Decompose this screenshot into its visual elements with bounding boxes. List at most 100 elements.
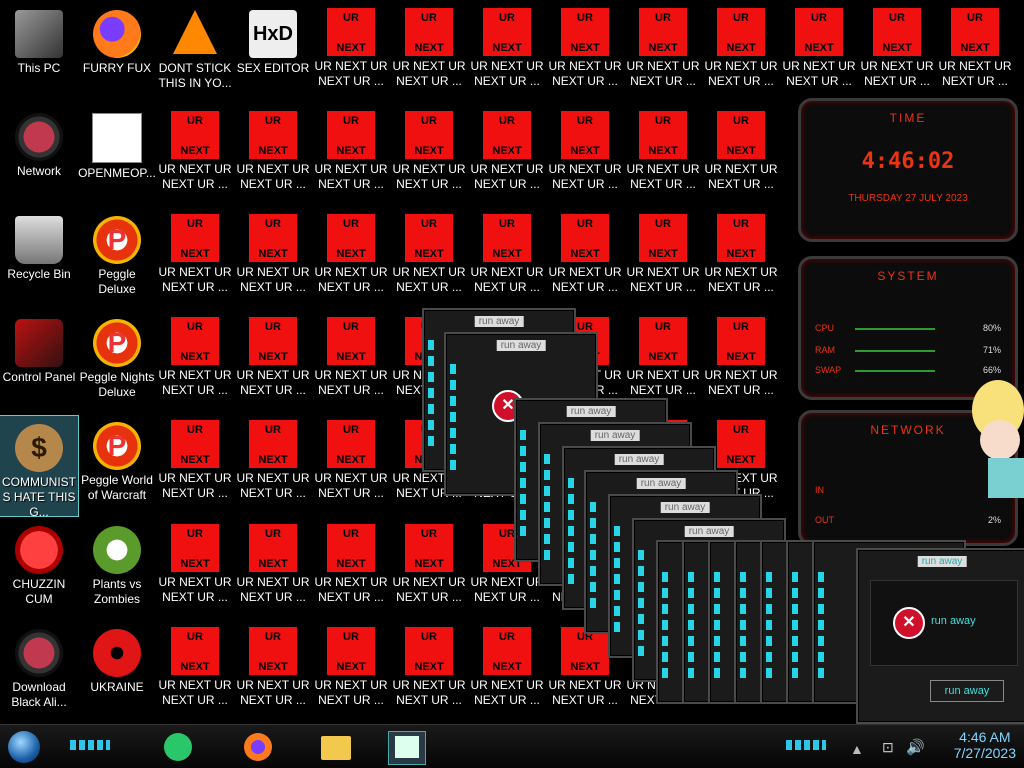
- desktop-icon-ur-next[interactable]: UR NEXT UR NEXT UR NEXT UR ...: [702, 2, 780, 102]
- desktop-icon-ukraine[interactable]: UKRAINE: [78, 621, 156, 721]
- icon-text-bottom: NEXT: [960, 42, 990, 54]
- desktop-icon-peggle-wow[interactable]: P Peggle World of Warcraft: [78, 414, 156, 514]
- desktop-icon-ur-next[interactable]: UR NEXT UR NEXT UR NEXT UR ...: [936, 2, 1014, 102]
- desktop-icon-peggle-nights[interactable]: P Peggle Nights Deluxe: [78, 311, 156, 411]
- taskbar-notes-icon[interactable]: [160, 731, 196, 763]
- desktop-icon-ur-next[interactable]: UR NEXT UR NEXT UR NEXT UR ...: [702, 208, 780, 308]
- desktop-icon-ur-next[interactable]: UR NEXT UR NEXT UR NEXT UR ...: [546, 208, 624, 308]
- desktop-icon-ur-next[interactable]: UR NEXT UR NEXT UR NEXT UR ...: [702, 105, 780, 205]
- desktop-icon-ur-next[interactable]: UR NEXT UR NEXT UR NEXT UR ...: [468, 105, 546, 205]
- desktop-icon-ur-next[interactable]: UR NEXT UR NEXT UR NEXT UR ...: [312, 311, 390, 411]
- icon-label: UR NEXT UR NEXT UR ...: [626, 265, 700, 294]
- icon-text-top: UR: [577, 115, 593, 127]
- system-clock[interactable]: 4:46 AM 7/27/2023: [954, 729, 1016, 761]
- desktop-icon-ur-next[interactable]: UR NEXT UR NEXT UR NEXT UR ...: [468, 621, 546, 721]
- desktop-icon-ur-next[interactable]: UR NEXT UR NEXT UR NEXT UR ...: [156, 414, 234, 514]
- desktop-icon-ur-next[interactable]: UR NEXT UR NEXT UR NEXT UR ...: [390, 2, 468, 102]
- icon-text-top: UR: [187, 321, 203, 333]
- desktop-icon-ur-next[interactable]: UR NEXT UR NEXT UR NEXT UR ...: [156, 208, 234, 308]
- desktop-icon-ur-next[interactable]: UR NEXT UR NEXT UR NEXT UR ...: [858, 2, 936, 102]
- net-in-label: IN: [815, 485, 824, 495]
- icon-label: UR NEXT UR NEXT UR ...: [782, 59, 856, 88]
- desktop-icon-ur-next[interactable]: UR NEXT UR NEXT UR NEXT UR ...: [312, 2, 390, 102]
- desktop-icon-openmeop[interactable]: OPENMEOP...: [78, 105, 156, 205]
- desktop-icon-ur-next[interactable]: UR NEXT UR NEXT UR NEXT UR ...: [780, 2, 858, 102]
- desktop-icon-ur-next[interactable]: UR NEXT UR NEXT UR NEXT UR ...: [312, 414, 390, 514]
- dialog-message: run away: [931, 615, 976, 627]
- desktop-icon-ur-next[interactable]: UR NEXT UR NEXT UR NEXT UR ...: [234, 311, 312, 411]
- desktop-icon-ur-next[interactable]: UR NEXT UR NEXT UR NEXT UR ...: [624, 2, 702, 102]
- desktop-icon-ur-next[interactable]: UR NEXT UR NEXT UR NEXT UR ...: [234, 621, 312, 721]
- desktop-icon-download-black[interactable]: Download Black Ali...: [0, 621, 78, 721]
- desktop-icon-ur-next[interactable]: UR NEXT UR NEXT UR NEXT UR ...: [156, 311, 234, 411]
- icon-text-top: UR: [421, 528, 437, 540]
- icon-text-bottom: NEXT: [648, 351, 678, 363]
- desktop-icon-ur-next[interactable]: UR NEXT UR NEXT UR NEXT UR ...: [312, 208, 390, 308]
- clock-date: 7/27/2023: [953, 745, 1016, 761]
- run-away-button[interactable]: run away: [930, 680, 1004, 702]
- desktop-icon-ur-next[interactable]: UR NEXT UR NEXT UR NEXT UR ...: [234, 105, 312, 205]
- desktop-icon-ur-next[interactable]: UR NEXT UR NEXT UR NEXT UR ...: [234, 208, 312, 308]
- taskbar-firefox-icon[interactable]: [240, 731, 276, 763]
- desktop-icon-ur-next[interactable]: UR NEXT UR NEXT UR NEXT UR ...: [624, 208, 702, 308]
- cpu-label: CPU: [815, 323, 835, 333]
- desktop-icon-ur-next[interactable]: UR NEXT UR NEXT UR NEXT UR ...: [468, 2, 546, 102]
- swap-bar: [855, 370, 935, 372]
- ur-next-icon: UR NEXT: [171, 420, 219, 468]
- desktop-icon-this-pc[interactable]: This PC: [0, 2, 78, 102]
- desktop-icon-peggle-deluxe[interactable]: P Peggle Deluxe: [78, 208, 156, 308]
- desktop-icon-ur-next[interactable]: UR NEXT UR NEXT UR NEXT UR ...: [312, 621, 390, 721]
- ur-next-icon: UR NEXT: [639, 214, 687, 262]
- start-button[interactable]: [8, 731, 40, 763]
- desktop-icon-sex-editor[interactable]: HxD SEX EDITOR: [234, 2, 312, 102]
- desktop-icon-recycle-bin[interactable]: Recycle Bin: [0, 208, 78, 308]
- desktop-icon-ur-next[interactable]: UR NEXT UR NEXT UR NEXT UR ...: [234, 518, 312, 618]
- desktop-icon-ur-next[interactable]: UR NEXT UR NEXT UR NEXT UR ...: [546, 2, 624, 102]
- icon-text-top: UR: [187, 218, 203, 230]
- desktop-icon-control-panel[interactable]: Control Panel: [0, 311, 78, 411]
- desktop-icon-ur-next[interactable]: UR NEXT UR NEXT UR NEXT UR ...: [390, 621, 468, 721]
- desktop-icon-ur-next[interactable]: UR NEXT UR NEXT UR NEXT UR ...: [624, 105, 702, 205]
- icon-text-top: UR: [733, 321, 749, 333]
- desktop-icon-ur-next[interactable]: UR NEXT UR NEXT UR NEXT UR ...: [390, 208, 468, 308]
- desktop-icon-ur-next[interactable]: UR NEXT UR NEXT UR NEXT UR ...: [468, 208, 546, 308]
- icon-text-bottom: NEXT: [336, 351, 366, 363]
- icon-text-bottom: NEXT: [570, 145, 600, 157]
- desktop-icon-ur-next[interactable]: UR NEXT UR NEXT UR NEXT UR ...: [234, 414, 312, 514]
- desktop-icon-ur-next[interactable]: UR NEXT UR NEXT UR NEXT UR ...: [156, 105, 234, 205]
- taskbar-explorer-icon[interactable]: [318, 731, 354, 763]
- show-hidden-icons-icon[interactable]: ▲: [850, 741, 864, 757]
- desktop-icon-ur-next[interactable]: UR NEXT UR NEXT UR NEXT UR ...: [546, 105, 624, 205]
- icon-text-bottom: NEXT: [882, 42, 912, 54]
- time-widget: TIME 4:46:02 THURSDAY 27 JULY 2023: [798, 98, 1018, 242]
- net-out-row: OUT 2%: [815, 515, 1001, 525]
- desktop-icon-chuzzin[interactable]: CHUZZIN CUM: [0, 518, 78, 618]
- icon-label: UR NEXT UR NEXT UR ...: [548, 59, 622, 88]
- ur-next-icon: UR NEXT: [171, 214, 219, 262]
- desktop-icon-communists[interactable]: $ COMMUNISTS HATE THIS G...: [0, 415, 79, 519]
- icon-label: UR NEXT UR NEXT UR ...: [860, 59, 934, 88]
- desktop-icon-furry-fux[interactable]: FURRY FUX: [78, 2, 156, 102]
- desktop-icon-ur-next[interactable]: UR NEXT UR NEXT UR NEXT UR ...: [312, 518, 390, 618]
- desktop-icon-ur-next[interactable]: UR NEXT UR NEXT UR NEXT UR ...: [156, 621, 234, 721]
- desktop-icon-ur-next[interactable]: UR NEXT UR NEXT UR NEXT UR ...: [390, 105, 468, 205]
- ur-next-icon: UR NEXT: [405, 8, 453, 56]
- icon-text-top: UR: [499, 218, 515, 230]
- desktop-icon-ur-next[interactable]: UR NEXT UR NEXT UR NEXT UR ...: [312, 105, 390, 205]
- desktop-icon-pvz[interactable]: Plants vs Zombies: [78, 518, 156, 618]
- ur-next-icon: UR NEXT: [327, 111, 375, 159]
- desktop-icon-network[interactable]: Network: [0, 105, 78, 205]
- ur-next-icon: UR NEXT: [249, 214, 297, 262]
- desktop-icon-ur-next[interactable]: UR NEXT UR NEXT UR NEXT UR ...: [624, 311, 702, 411]
- desktop-icon-ur-next[interactable]: UR NEXT UR NEXT UR NEXT UR ...: [702, 311, 780, 411]
- icon-text-bottom: NEXT: [492, 42, 522, 54]
- volume-icon[interactable]: 🔊: [906, 738, 925, 756]
- icon-label: UR NEXT UR NEXT UR ...: [236, 678, 310, 707]
- taskbar-active-window-icon[interactable]: [388, 731, 426, 765]
- desktop-icon-dont-stick[interactable]: DONT STICK THIS IN YO...: [156, 2, 234, 102]
- desktop-icon-ur-next[interactable]: UR NEXT UR NEXT UR NEXT UR ...: [156, 518, 234, 618]
- icon-label: UR NEXT UR NEXT UR ...: [158, 575, 232, 604]
- desktop-icon-ur-next[interactable]: UR NEXT UR NEXT UR NEXT UR ...: [390, 518, 468, 618]
- icon-text-bottom: NEXT: [336, 454, 366, 466]
- network-tray-icon[interactable]: ⊡: [882, 739, 894, 756]
